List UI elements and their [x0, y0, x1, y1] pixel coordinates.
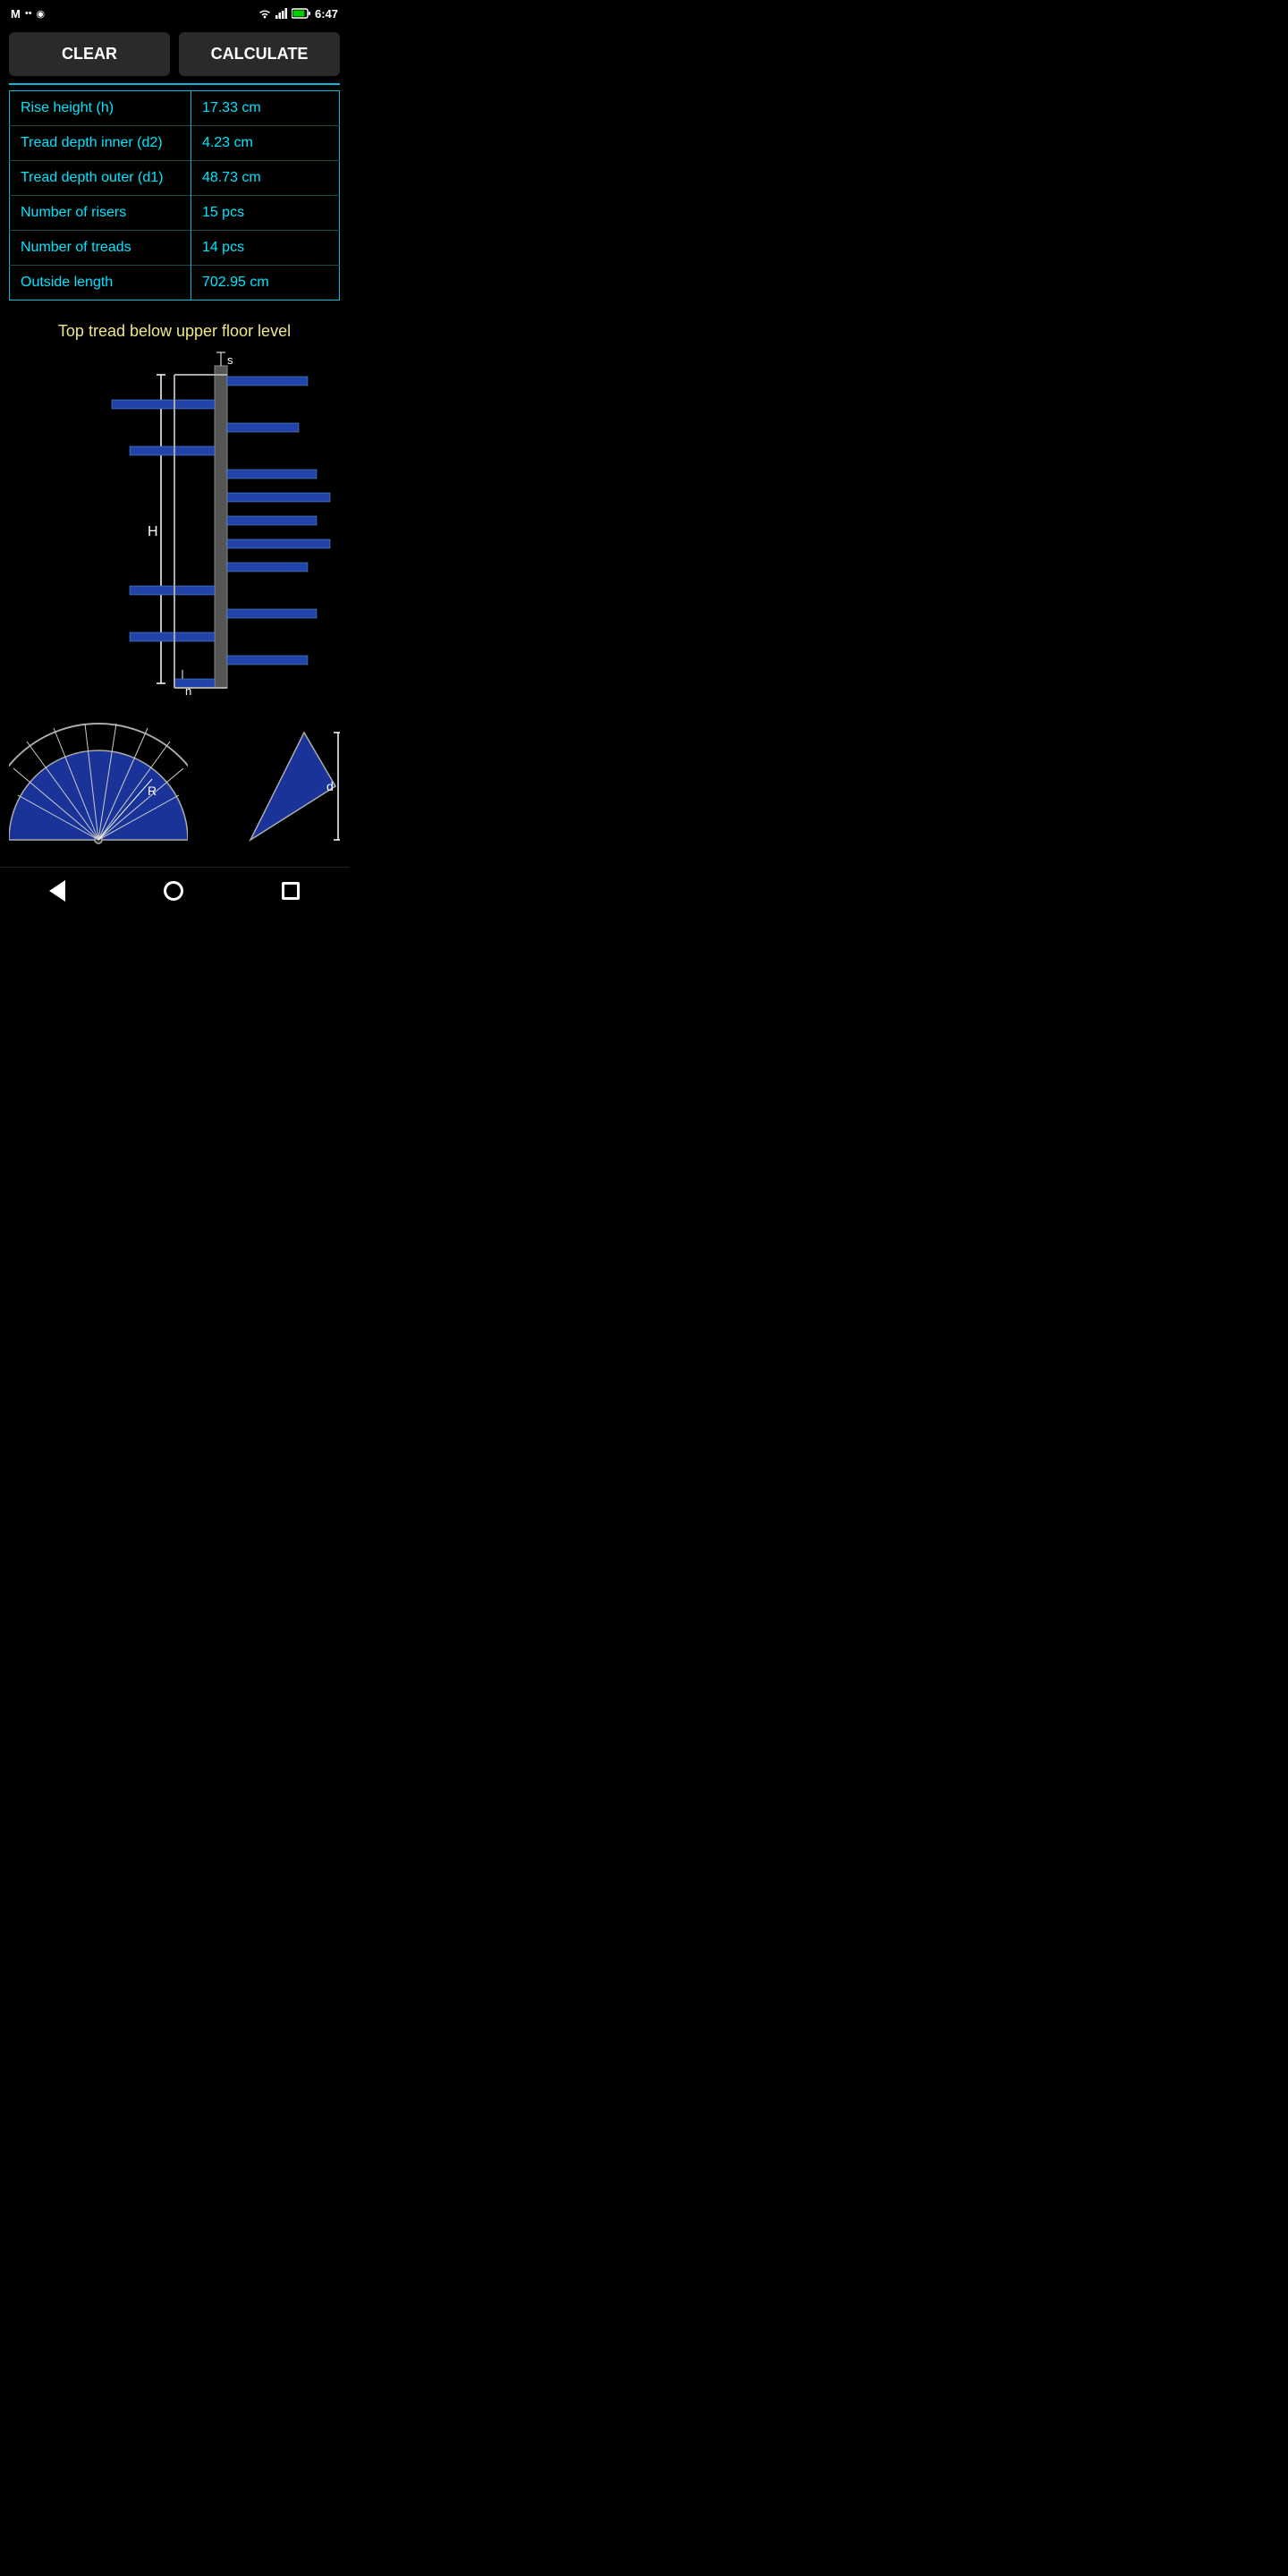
notification-dots: ••: [25, 8, 32, 19]
result-value: 4.23 cm: [191, 126, 339, 161]
top-view-diagram: R: [9, 715, 188, 858]
calculate-button[interactable]: CALCULATE: [179, 32, 340, 76]
result-label: Tread depth outer (d1): [10, 161, 191, 196]
result-value: 15 pcs: [191, 196, 339, 231]
svg-text:s: s: [227, 353, 233, 367]
header-divider: [9, 83, 340, 85]
svg-text:d: d: [326, 779, 334, 793]
camera-icon: ◉: [37, 8, 46, 20]
table-row: Tread depth outer (d1)48.73 cm: [10, 161, 340, 196]
table-row: Outside length702.95 cm: [10, 266, 340, 301]
table-row: Tread depth inner (d2)4.23 cm: [10, 126, 340, 161]
result-value: 702.95 cm: [191, 266, 339, 301]
wifi-icon: [258, 8, 272, 19]
result-label: Number of risers: [10, 196, 191, 231]
home-button[interactable]: [160, 877, 187, 904]
status-time: 6:47: [315, 7, 338, 21]
status-right: 6:47: [258, 7, 338, 21]
battery-icon: [292, 8, 311, 19]
status-left: M •• ◉: [11, 7, 45, 21]
bottom-diagrams: R d: [9, 715, 340, 858]
result-value: 17.33 cm: [191, 91, 339, 126]
clear-button[interactable]: CLEAR: [9, 32, 170, 76]
svg-text:R: R: [148, 784, 157, 798]
diagram-area: s H h: [0, 348, 349, 867]
status-bar: M •• ◉ 6:47: [0, 0, 349, 25]
buttons-row: CLEAR CALCULATE: [0, 25, 349, 83]
result-label: Tread depth inner (d2): [10, 126, 191, 161]
result-value: 14 pcs: [191, 231, 339, 266]
home-icon: [164, 881, 183, 901]
result-label: Outside length: [10, 266, 191, 301]
back-icon: [49, 880, 65, 902]
result-label: Number of treads: [10, 231, 191, 266]
recent-icon: [282, 882, 300, 900]
result-label: Rise height (h): [10, 91, 191, 126]
results-table: Rise height (h)17.33 cmTread depth inner…: [9, 90, 340, 301]
table-row: Number of risers15 pcs: [10, 196, 340, 231]
result-value: 48.73 cm: [191, 161, 339, 196]
svg-text:H: H: [148, 524, 158, 539]
nav-bar: [0, 867, 349, 914]
recent-button[interactable]: [278, 878, 303, 903]
gmail-icon: M: [11, 7, 21, 21]
description-text: Top tread below upper floor level: [0, 306, 349, 348]
table-row: Rise height (h)17.33 cm: [10, 91, 340, 126]
back-button[interactable]: [46, 877, 69, 905]
sector-diagram: d: [197, 715, 340, 858]
stair-side-diagram: s H h: [9, 348, 340, 706]
signal-icon: [275, 8, 288, 19]
table-row: Number of treads14 pcs: [10, 231, 340, 266]
